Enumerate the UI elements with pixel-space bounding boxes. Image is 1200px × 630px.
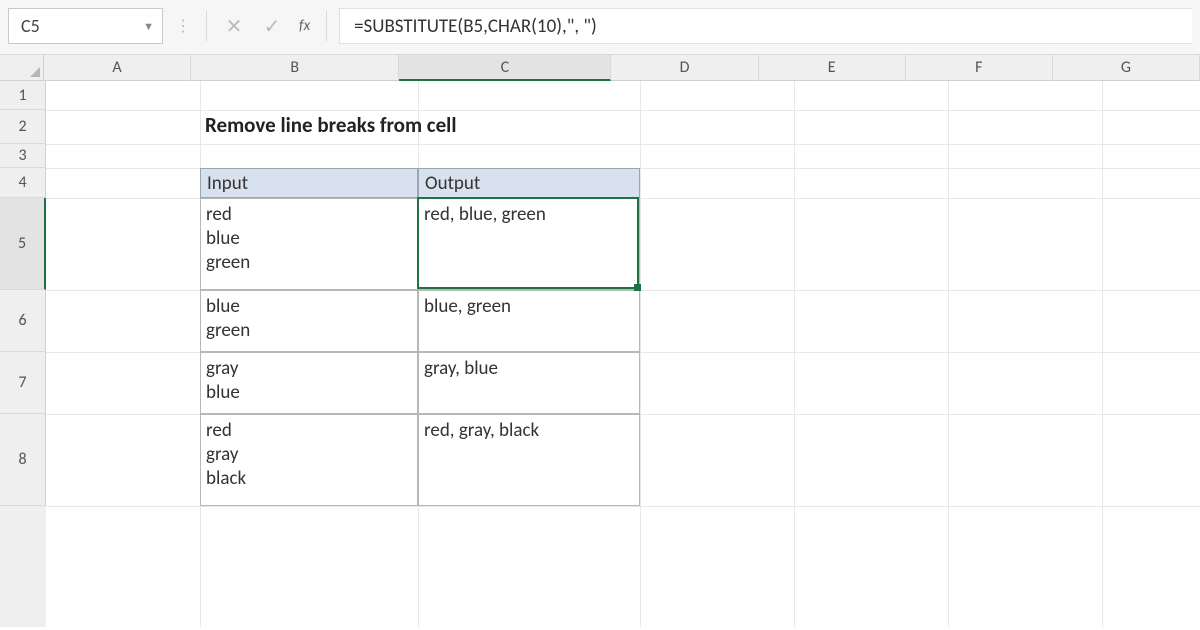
table-cell-input[interactable]: red gray black [200,414,418,506]
name-box[interactable]: C5 ▼ [8,8,163,44]
gridline-vertical [794,81,795,627]
formula-input[interactable]: =SUBSTITUTE(B5,CHAR(10),", ") [339,8,1192,44]
row-header-column: 12345678 [0,81,46,627]
row-header-3[interactable]: 3 [0,144,46,168]
name-box-value: C5 [21,15,40,37]
gridline-vertical [948,81,949,627]
table-cell-input[interactable]: red blue green [200,198,418,290]
gridline-vertical [1102,81,1103,627]
table-cell-output[interactable]: red, blue, green [418,198,640,290]
formula-bar-controls: ⋮ ✕ ✓ fx [175,8,327,44]
select-all-corner[interactable] [0,55,44,81]
gridline-horizontal [46,144,1200,145]
column-header-row: ABCDEFG [0,55,1200,81]
formula-bar: C5 ▼ ⋮ ✕ ✓ fx =SUBSTITUTE(B5,CHAR(10),",… [0,0,1200,55]
row-header-6[interactable]: 6 [0,290,46,352]
table-cell-output[interactable]: red, gray, black [418,414,640,506]
table-cell-input[interactable]: blue green [200,290,418,352]
table-cell-output[interactable]: blue, green [418,290,640,352]
gridline-vertical [640,81,641,627]
cancel-icon[interactable]: ✕ [223,14,245,39]
table-header-output[interactable]: Output [418,168,640,198]
column-header-B[interactable]: B [191,55,399,81]
cell-title[interactable]: Remove line breaks from cell [200,110,794,144]
row-header-5[interactable]: 5 [0,198,46,290]
drag-handle-icon[interactable]: ⋮ [175,16,190,36]
separator [326,11,327,41]
row-header-1[interactable]: 1 [0,81,46,110]
gridline-horizontal [46,506,1200,507]
table-header-input[interactable]: Input [200,168,418,198]
row-header-4[interactable]: 4 [0,168,46,198]
table-cell-input[interactable]: gray blue [200,352,418,414]
column-header-C[interactable]: C [399,55,611,81]
column-header-E[interactable]: E [759,55,906,81]
column-header-D[interactable]: D [611,55,758,81]
row-header-2[interactable]: 2 [0,110,46,144]
worksheet: ABCDEFG 12345678 Remove line breaks from… [0,55,1200,627]
row-header-7[interactable]: 7 [0,352,46,414]
column-header-G[interactable]: G [1053,55,1200,81]
cell-grid[interactable]: Remove line breaks from cellInputOutputr… [46,81,1200,627]
row-header-8[interactable]: 8 [0,414,46,506]
separator [206,11,207,41]
enter-icon[interactable]: ✓ [261,14,283,39]
chevron-down-icon[interactable]: ▼ [143,20,154,33]
column-header-A[interactable]: A [44,55,191,81]
fx-icon[interactable]: fx [299,17,310,35]
formula-text: =SUBSTITUTE(B5,CHAR(10),", ") [354,15,597,38]
table-cell-output[interactable]: gray, blue [418,352,640,414]
column-header-F[interactable]: F [906,55,1053,81]
